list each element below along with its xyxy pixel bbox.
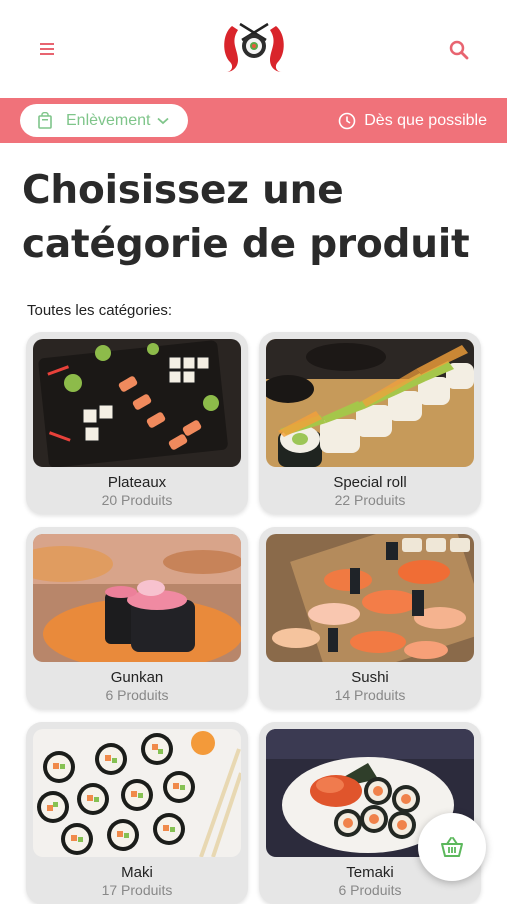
clock-icon: [338, 112, 356, 129]
category-count: 14 Produits: [334, 687, 406, 703]
category-card-maki[interactable]: Maki 17 Produits: [26, 722, 248, 904]
page-title: Choisissez une catégorie de produit: [22, 168, 470, 267]
category-name: Maki: [121, 864, 153, 881]
shopping-bag-icon: [38, 112, 52, 129]
category-name: Gunkan: [110, 669, 164, 686]
pickup-time-label: Dès que possible: [364, 111, 487, 129]
gunkan-image: [33, 534, 241, 662]
search-icon[interactable]: [448, 39, 470, 61]
category-count: 20 Produits: [101, 492, 173, 508]
cart-button[interactable]: [418, 813, 486, 881]
category-count: 6 Produits: [338, 882, 402, 898]
maki-image: [33, 729, 241, 857]
basket-icon: [441, 837, 463, 857]
section-label: Toutes les catégories:: [27, 302, 173, 319]
order-options-bar: Enlèvement Dès que possible: [0, 98, 507, 143]
chevron-down-icon: [156, 117, 169, 124]
category-card-special-roll[interactable]: Special roll 22 Produits: [259, 332, 481, 514]
category-name: Plateaux: [107, 474, 167, 491]
category-name: Special roll: [333, 474, 407, 491]
special-roll-image: [266, 339, 474, 467]
pickup-mode-label: Enlèvement: [66, 111, 151, 129]
pickup-mode-dropdown[interactable]: Enlèvement: [20, 104, 188, 137]
category-count: 22 Produits: [334, 492, 406, 508]
sushi-image: [266, 534, 474, 662]
category-card-sushi[interactable]: Sushi 14 Produits: [259, 527, 481, 709]
category-card-plateaux[interactable]: Plateaux 20 Produits: [26, 332, 248, 514]
koi-sushi-logo[interactable]: [218, 20, 290, 74]
category-count: 6 Produits: [105, 687, 169, 703]
category-card-gunkan[interactable]: Gunkan 6 Produits: [26, 527, 248, 709]
app-header: [0, 0, 507, 98]
hamburger-menu-icon[interactable]: [38, 40, 58, 58]
pickup-time-selector[interactable]: Dès que possible: [338, 98, 487, 143]
category-count: 17 Produits: [101, 882, 173, 898]
category-name: Sushi: [351, 669, 389, 686]
plateaux-image: [33, 339, 241, 467]
